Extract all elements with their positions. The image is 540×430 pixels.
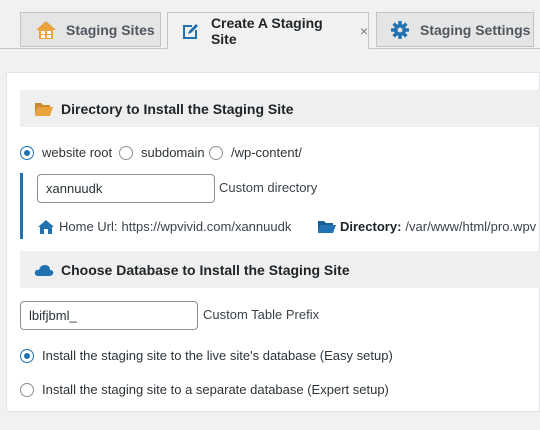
folder-open-icon (34, 101, 54, 117)
radio-button[interactable] (119, 145, 133, 160)
tab-label: Staging Settings (420, 21, 531, 38)
directory-label: Directory: (340, 219, 402, 234)
section-title: Choose Database to Install the Staging S… (61, 261, 350, 278)
tab-staging-settings[interactable]: Staging Settings (376, 12, 534, 47)
accent-bar (20, 173, 23, 239)
home-url-value: https://wpvivid.com/xannuudk (121, 219, 292, 234)
radio-wp-content[interactable]: /wp-content/ (209, 145, 302, 160)
home-url-info: Home Url: https://wpvivid.com/xannuudk (38, 219, 291, 234)
radio-label: subdomain (141, 145, 205, 160)
gear-icon (389, 19, 411, 41)
tab-bar: Staging Sites Create A Staging Site × St… (0, 0, 540, 49)
section-title: Directory to Install the Staging Site (61, 100, 294, 117)
radio-label: website root (42, 145, 113, 160)
home-icon (38, 219, 54, 234)
radio-label: Install the staging site to a separate d… (42, 382, 389, 397)
radio-website-root[interactable]: website root (20, 145, 112, 160)
radio-label: /wp-content/ (231, 145, 302, 160)
home-url-label: Home Url: (59, 219, 118, 234)
radio-button[interactable] (209, 145, 223, 160)
table-prefix-label: Custom Table Prefix (203, 307, 320, 322)
radio-button[interactable] (20, 348, 34, 363)
radio-subdomain[interactable]: subdomain (119, 145, 205, 160)
directory-info: Directory: /var/www/html/pro.wpv (317, 219, 536, 234)
tab-label: Staging Sites (66, 21, 155, 38)
tab-staging-sites[interactable]: Staging Sites (20, 12, 161, 47)
folder-icon (317, 220, 337, 234)
radio-live-database[interactable]: Install the staging site to the live sit… (20, 348, 393, 363)
radio-label: Install the staging site to the live sit… (42, 348, 393, 363)
tab-create-staging-site[interactable]: Create A Staging Site × (167, 12, 369, 49)
directory-value: /var/www/html/pro.wpv (405, 219, 537, 234)
cloud-icon (34, 262, 54, 278)
radio-button[interactable] (20, 145, 34, 160)
create-staging-panel: Directory to Install the Staging Site we… (6, 72, 540, 412)
custom-directory-input[interactable] (37, 174, 215, 203)
close-icon[interactable]: × (360, 23, 368, 39)
tab-label: Create A Staging Site (210, 14, 323, 47)
house-icon (35, 19, 57, 41)
radio-button[interactable] (20, 382, 34, 397)
edit-icon (180, 20, 202, 42)
custom-directory-label: Custom directory (219, 180, 318, 195)
database-section-header: Choose Database to Install the Staging S… (20, 251, 540, 288)
table-prefix-input[interactable] (20, 301, 198, 330)
radio-separate-database[interactable]: Install the staging site to a separate d… (20, 382, 389, 397)
directory-section-header: Directory to Install the Staging Site (20, 90, 540, 127)
